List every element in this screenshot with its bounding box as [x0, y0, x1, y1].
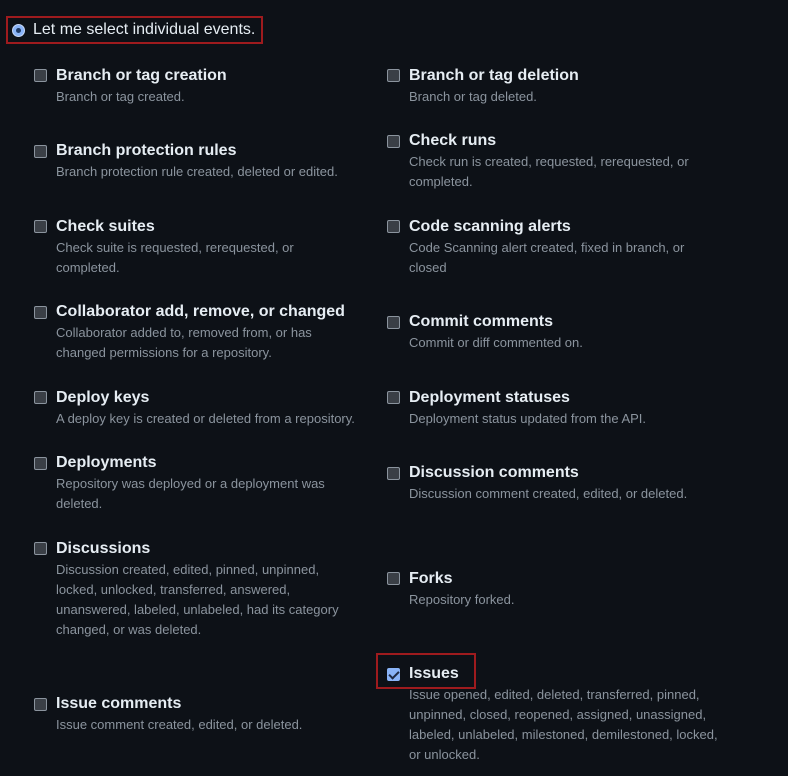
- event-description: Collaborator added to, removed from, or …: [56, 325, 312, 360]
- deployment-statuses-checkbox[interactable]: [387, 391, 400, 404]
- event-title: Branch protection rules: [56, 142, 237, 159]
- event-description: Deployment status updated from the API.: [409, 411, 647, 426]
- event-issue-comments[interactable]: Issue comments Issue comment created, ed…: [34, 694, 396, 735]
- event-description: Branch or tag created.: [56, 89, 185, 104]
- event-deployments[interactable]: Deployments Repository was deployed or a…: [34, 453, 356, 514]
- event-description: Commit or diff commented on.: [409, 335, 583, 350]
- event-check-suites[interactable]: Check suites Check suite is requested, r…: [34, 217, 326, 278]
- event-discussion-comments[interactable]: Discussion comments Discussion comment c…: [387, 463, 749, 504]
- event-title: Code scanning alerts: [409, 218, 571, 235]
- event-issues[interactable]: Issues Issue opened, edited, deleted, tr…: [387, 664, 724, 765]
- event-title: Deployments: [56, 454, 157, 471]
- event-description: Check suite is requested, rerequested, o…: [56, 240, 294, 275]
- event-deployment-statuses[interactable]: Deployment statuses Deployment status up…: [387, 388, 749, 429]
- event-title: Issues: [409, 665, 459, 682]
- check-runs-checkbox[interactable]: [387, 135, 400, 148]
- deploy-keys-checkbox[interactable]: [34, 391, 47, 404]
- event-title: Deploy keys: [56, 389, 150, 406]
- issue-comments-checkbox[interactable]: [34, 698, 47, 711]
- event-branch-protection-rules[interactable]: Branch protection rules Branch protectio…: [34, 141, 396, 182]
- deployments-checkbox[interactable]: [34, 457, 47, 470]
- event-description: Issue comment created, edited, or delete…: [56, 717, 303, 732]
- event-title: Collaborator add, remove, or changed: [56, 303, 345, 320]
- discussions-checkbox[interactable]: [34, 542, 47, 555]
- event-description: Branch or tag deleted.: [409, 89, 537, 104]
- check-suites-checkbox[interactable]: [34, 220, 47, 233]
- event-title: Discussions: [56, 540, 151, 557]
- event-description: A deploy key is created or deleted from …: [56, 411, 355, 426]
- event-title: Commit comments: [409, 313, 554, 330]
- select-individual-events-option[interactable]: Let me select individual events.: [6, 16, 263, 44]
- event-title: Deployment statuses: [409, 389, 570, 406]
- event-title: Check suites: [56, 218, 155, 235]
- branch-tag-creation-checkbox[interactable]: [34, 69, 47, 82]
- select-individual-events-label: Let me select individual events.: [33, 21, 256, 38]
- event-branch-tag-creation[interactable]: Branch or tag creation Branch or tag cre…: [34, 66, 396, 107]
- event-deploy-keys[interactable]: Deploy keys A deploy key is created or d…: [34, 388, 396, 429]
- event-title: Issue comments: [56, 695, 182, 712]
- event-title: Branch or tag creation: [56, 67, 227, 84]
- branch-tag-deletion-checkbox[interactable]: [387, 69, 400, 82]
- event-discussions[interactable]: Discussions Discussion created, edited, …: [34, 539, 361, 640]
- event-description: Check run is created, requested, rereque…: [409, 154, 689, 189]
- event-code-scanning-alerts[interactable]: Code scanning alerts Code Scanning alert…: [387, 217, 709, 278]
- event-forks[interactable]: Forks Repository forked.: [387, 569, 749, 610]
- event-branch-tag-deletion[interactable]: Branch or tag deletion Branch or tag del…: [387, 66, 749, 107]
- event-description: Branch protection rule created, deleted …: [56, 164, 338, 179]
- event-description: Repository forked.: [409, 592, 515, 607]
- code-scanning-alerts-checkbox[interactable]: [387, 220, 400, 233]
- event-description: Discussion comment created, edited, or d…: [409, 486, 688, 501]
- event-description: Discussion created, edited, pinned, unpi…: [56, 562, 339, 637]
- event-title: Forks: [409, 570, 453, 587]
- event-title: Discussion comments: [409, 464, 579, 481]
- event-description: Issue opened, edited, deleted, transferr…: [409, 687, 718, 762]
- forks-checkbox[interactable]: [387, 572, 400, 585]
- collaborator-checkbox[interactable]: [34, 306, 47, 319]
- event-title: Branch or tag deletion: [409, 67, 579, 84]
- issues-checkbox[interactable]: [387, 668, 400, 681]
- event-title: Check runs: [409, 132, 497, 149]
- select-individual-events-radio[interactable]: [12, 23, 25, 37]
- branch-protection-rules-checkbox[interactable]: [34, 145, 47, 158]
- event-commit-comments[interactable]: Commit comments Commit or diff commented…: [387, 312, 749, 353]
- event-description: Code Scanning alert created, fixed in br…: [409, 240, 685, 275]
- commit-comments-checkbox[interactable]: [387, 316, 400, 329]
- event-description: Repository was deployed or a deployment …: [56, 476, 325, 511]
- discussion-comments-checkbox[interactable]: [387, 467, 400, 480]
- event-collaborator[interactable]: Collaborator add, remove, or changed Col…: [34, 302, 345, 363]
- event-check-runs[interactable]: Check runs Check run is created, request…: [387, 131, 714, 192]
